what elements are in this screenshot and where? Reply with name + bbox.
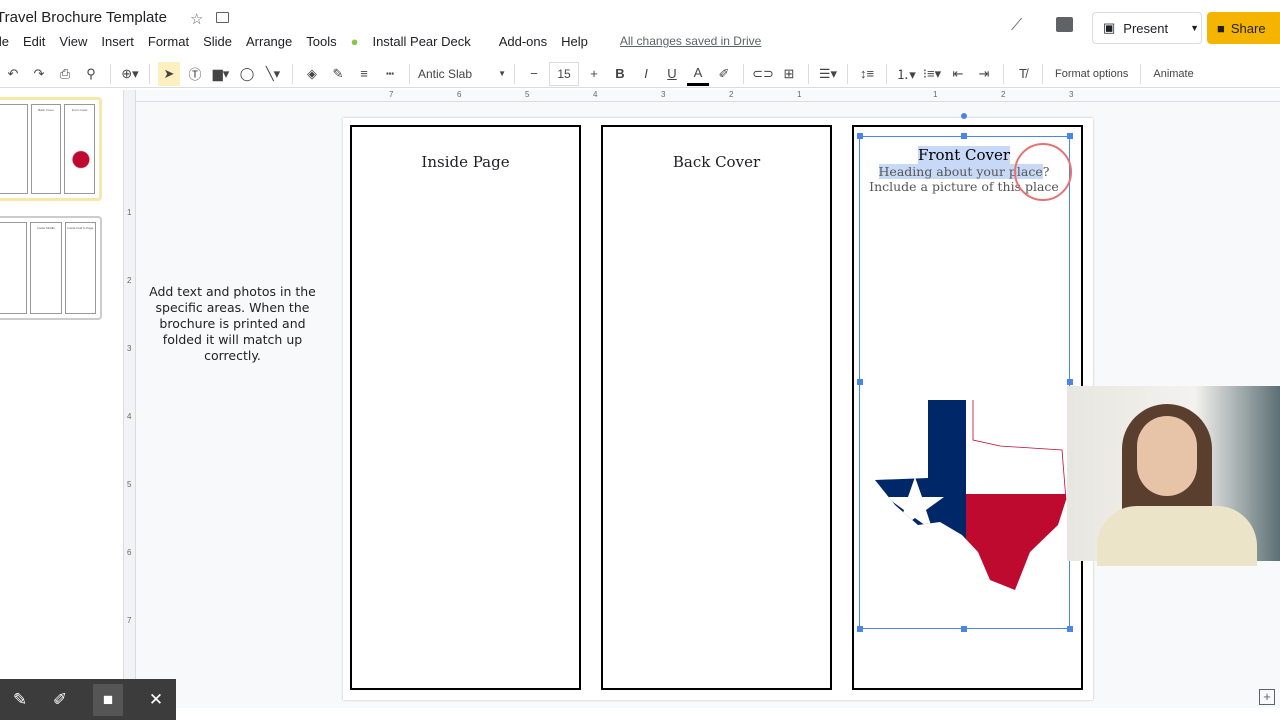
- rotate-handle[interactable]: [961, 113, 967, 119]
- cursor-highlight-circle: [1014, 143, 1072, 201]
- front-cover-title: Front Cover: [917, 146, 1011, 164]
- explore-icon[interactable]: +: [1259, 689, 1275, 705]
- close-icon[interactable]: ✕: [149, 690, 163, 710]
- selection-box[interactable]: [859, 136, 1070, 629]
- resize-handle[interactable]: [1067, 626, 1073, 632]
- resize-handle[interactable]: [1067, 379, 1073, 385]
- resize-handle[interactable]: [857, 626, 863, 632]
- resize-handle[interactable]: [857, 133, 863, 139]
- resize-handle[interactable]: [857, 379, 863, 385]
- presenter-shirt: [1097, 506, 1257, 566]
- resize-handle[interactable]: [961, 133, 967, 139]
- presenter-face: [1137, 416, 1197, 496]
- drawing-toolbar: ✎ ✐ ■ ✕: [0, 679, 176, 720]
- resize-handle[interactable]: [1067, 133, 1073, 139]
- webcam-overlay: [1067, 386, 1280, 566]
- camera-icon[interactable]: ■: [92, 683, 124, 716]
- marker-icon[interactable]: ✐: [53, 690, 67, 710]
- pen-icon[interactable]: ✎: [13, 690, 27, 710]
- texas-flag-image[interactable]: [0, 0, 1280, 720]
- resize-handle[interactable]: [961, 626, 967, 632]
